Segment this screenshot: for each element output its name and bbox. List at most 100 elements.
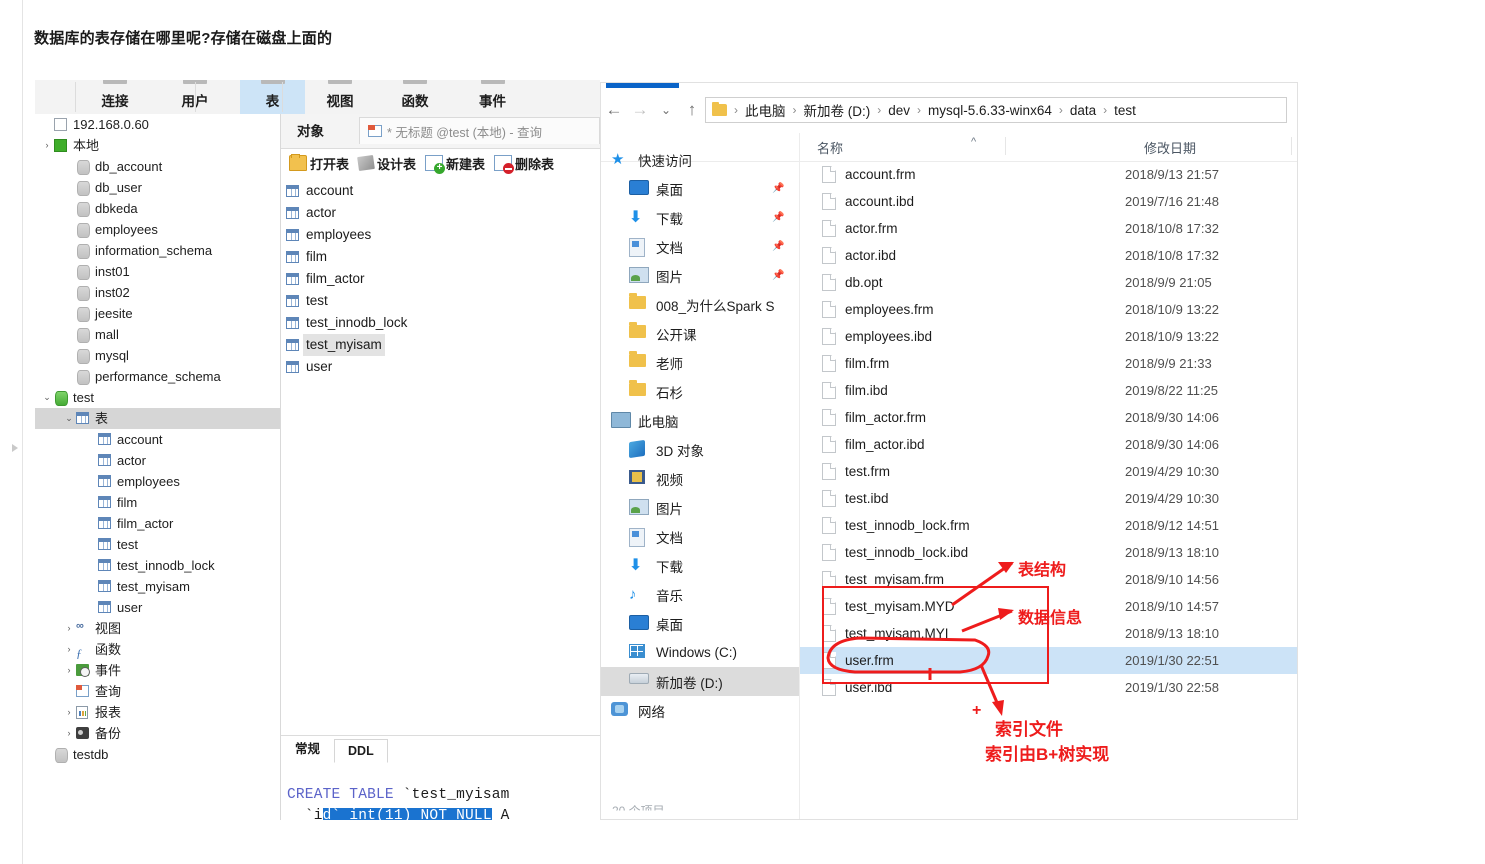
tree-item-报表[interactable]: › 报表 [35,702,280,723]
nav-item-石杉[interactable]: 石杉 [601,377,799,406]
ribbon-tab-4[interactable]: 函数 [380,80,450,114]
table-list-item[interactable]: test [285,290,600,312]
tree-item-employees[interactable]: employees [35,219,280,240]
ribbon-tab-0[interactable]: 连接 [80,80,150,114]
page-collapse-caret-icon[interactable] [12,444,18,452]
tree-expander-icon[interactable]: › [63,660,75,681]
tree-item-mall[interactable]: mall [35,324,280,345]
tree-item-事件[interactable]: › 事件 [35,660,280,681]
tree-item-film[interactable]: film [35,492,280,513]
ddl-tab-常规[interactable]: 常规 [281,733,334,762]
file-row[interactable]: employees.ibd 2018/10/9 13:22 [800,323,1297,350]
tree-item-information_schema[interactable]: information_schema [35,240,280,261]
recent-locations-button[interactable]: ⌄ [653,103,679,117]
nav-item-3D 对象[interactable]: 3D 对象 [601,435,799,464]
address-input[interactable]: › 此电脑 › 新加卷 (D:) › dev › mysql-5.6.33-winx64 › da… [705,97,1287,123]
tab-query[interactable]: * 无标题 @test (本地) - 查询 [359,117,600,144]
nav-item-图片[interactable]: 图片 [601,493,799,522]
nav-item-视频[interactable]: 视频 [601,464,799,493]
nav-item-下载[interactable]: ⬇ 下载 [601,551,799,580]
file-row[interactable]: test.ibd 2019/4/29 10:30 [800,485,1297,512]
tree-item-test[interactable]: test [35,534,280,555]
file-row[interactable]: film_actor.ibd 2018/9/30 14:06 [800,431,1297,458]
tree-expander-icon[interactable]: › [63,639,75,660]
nav-item-新加卷 (D:)[interactable]: 新加卷 (D:) [601,667,799,696]
tree-expander-icon[interactable]: › [63,702,75,723]
nav-item-网络[interactable]: 网络 [601,696,799,725]
table-list-item[interactable]: user [285,356,600,378]
toolbar-button-新建表[interactable]: 新建表 [425,154,485,174]
forward-button[interactable]: → [627,100,653,120]
tree-expander-icon[interactable]: › [41,135,53,156]
tree-expander-icon[interactable]: ⌄ [63,408,75,429]
tree-item-函数[interactable]: › ƒ 函数 [35,639,280,660]
table-list-item[interactable]: test_innodb_lock [285,312,600,334]
breadcrumb-item-新加卷 (D:)[interactable]: 新加卷 (D:) [804,100,871,120]
ddl-code[interactable]: CREATE TABLE `test_myisam `id` int(11) N… [287,764,510,820]
file-row[interactable]: test_innodb_lock.frm 2018/9/12 14:51 [800,512,1297,539]
nav-item-快速访问[interactable]: ★ 快速访问 [601,145,799,174]
tree-item-employees[interactable]: employees [35,471,280,492]
column-header-date[interactable]: 修改日期 [1144,138,1196,157]
tree-item-查询[interactable]: 查询 [35,681,280,702]
file-row[interactable]: film.ibd 2019/8/22 11:25 [800,377,1297,404]
table-list-item[interactable]: film [285,246,600,268]
navicat-table-list[interactable]: account actor employees film film_actor test t… [285,180,600,378]
file-row[interactable]: account.frm 2018/9/13 21:57 [800,161,1297,188]
table-list-item[interactable]: actor [285,202,600,224]
column-separator[interactable] [1005,137,1006,155]
file-row[interactable]: employees.frm 2018/10/9 13:22 [800,296,1297,323]
nav-item-音乐[interactable]: ♪ 音乐 [601,580,799,609]
pin-icon[interactable]: 📌 [772,183,784,194]
table-list-item[interactable]: employees [285,224,600,246]
tree-item-db_user[interactable]: db_user [35,177,280,198]
tree-item-film_actor[interactable]: film_actor [35,513,280,534]
tree-item-inst01[interactable]: inst01 [35,261,280,282]
file-row[interactable]: account.ibd 2019/7/16 21:48 [800,188,1297,215]
pin-icon[interactable]: 📌 [772,270,784,281]
tree-item-192.168.0.60[interactable]: 192.168.0.60 [35,114,280,135]
file-row[interactable]: db.opt 2018/9/9 21:05 [800,269,1297,296]
pin-icon[interactable]: 📌 [772,212,784,223]
column-separator[interactable] [1291,137,1292,155]
file-row[interactable]: film.frm 2018/9/9 21:33 [800,350,1297,377]
tree-item-test_myisam[interactable]: test_myisam [35,576,280,597]
tree-item-mysql[interactable]: mysql [35,345,280,366]
table-list-item[interactable]: account [285,180,600,202]
nav-item-图片[interactable]: 图片 📌 [601,261,799,290]
tree-item-actor[interactable]: actor [35,450,280,471]
table-list-item[interactable]: test_myisam [285,334,600,356]
tree-item-本地[interactable]: › 本地 [35,135,280,156]
tree-item-performance_schema[interactable]: performance_schema [35,366,280,387]
nav-item-Windows (C:)[interactable]: Windows (C:) [601,638,799,667]
tree-item-备份[interactable]: › 备份 [35,723,280,744]
tree-expander-icon[interactable]: ⌄ [41,387,53,408]
back-button[interactable]: ← [601,100,627,120]
breadcrumb-item-此电脑[interactable]: 此电脑 [745,100,786,120]
tree-item-inst02[interactable]: inst02 [35,282,280,303]
pin-icon[interactable]: 📌 [772,241,784,252]
explorer-navigation-pane[interactable]: ★ 快速访问 桌面 📌 ⬇ 下载 📌 文档 📌 图片 📌 008_为什么Spark S 公开课 老师 石杉此… [601,145,799,819]
breadcrumb-item-test[interactable]: test [1114,103,1136,118]
breadcrumb-item-mysql-5.6.33-winx64[interactable]: mysql-5.6.33-winx64 [928,103,1052,118]
tree-item-jeesite[interactable]: jeesite [35,303,280,324]
tree-item-account[interactable]: account [35,429,280,450]
file-row[interactable]: actor.ibd 2018/10/8 17:32 [800,242,1297,269]
breadcrumb-item-dev[interactable]: dev [888,103,910,118]
tree-item-test_innodb_lock[interactable]: test_innodb_lock [35,555,280,576]
toolbar-button-删除表[interactable]: 删除表 [494,154,554,174]
ribbon-tab-2[interactable]: 表 [240,80,305,114]
tree-item-视图[interactable]: › ∞ 视图 [35,618,280,639]
nav-item-此电脑[interactable]: 此电脑 [601,406,799,435]
tree-item-test[interactable]: ⌄ test [35,387,280,408]
nav-item-下载[interactable]: ⬇ 下载 📌 [601,203,799,232]
toolbar-button-设计表[interactable]: 设计表 [357,154,416,173]
breadcrumb-item-data[interactable]: data [1070,103,1096,118]
nav-item-桌面[interactable]: 桌面 📌 [601,174,799,203]
ribbon-tab-3[interactable]: 视图 [305,80,375,114]
tree-item-dbkeda[interactable]: dbkeda [35,198,280,219]
file-row[interactable]: actor.frm 2018/10/8 17:32 [800,215,1297,242]
up-button[interactable]: ↑ [679,100,705,120]
file-row[interactable]: film_actor.frm 2018/9/30 14:06 [800,404,1297,431]
nav-item-桌面[interactable]: 桌面 [601,609,799,638]
